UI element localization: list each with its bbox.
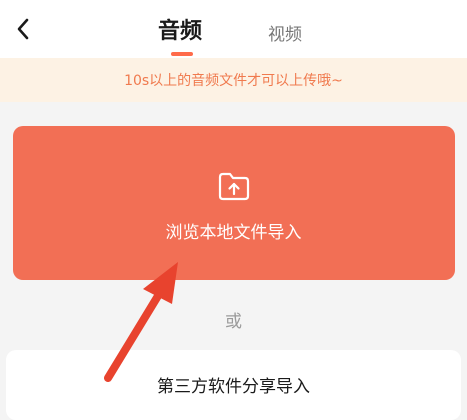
active-tab-indicator [171, 52, 193, 56]
notice-text: 10s以上的音频文件才可以上传哦~ [124, 73, 343, 89]
folder-upload-icon [218, 172, 250, 201]
or-divider-text: 或 [225, 312, 242, 332]
tab-audio[interactable]: 音频 [158, 13, 202, 45]
browse-local-import-label: 浏览本地文件导入 [165, 223, 302, 243]
third-party-share-import-label: 第三方软件分享导入 [157, 377, 310, 397]
tab-video[interactable]: 视频 [268, 20, 302, 45]
top-bar: 音频 视频 [0, 0, 467, 58]
back-button[interactable] [8, 12, 38, 46]
notice-banner: 10s以上的音频文件才可以上传哦~ [0, 58, 467, 102]
browse-local-import-button[interactable] [13, 126, 455, 280]
chevron-left-icon [17, 18, 29, 40]
